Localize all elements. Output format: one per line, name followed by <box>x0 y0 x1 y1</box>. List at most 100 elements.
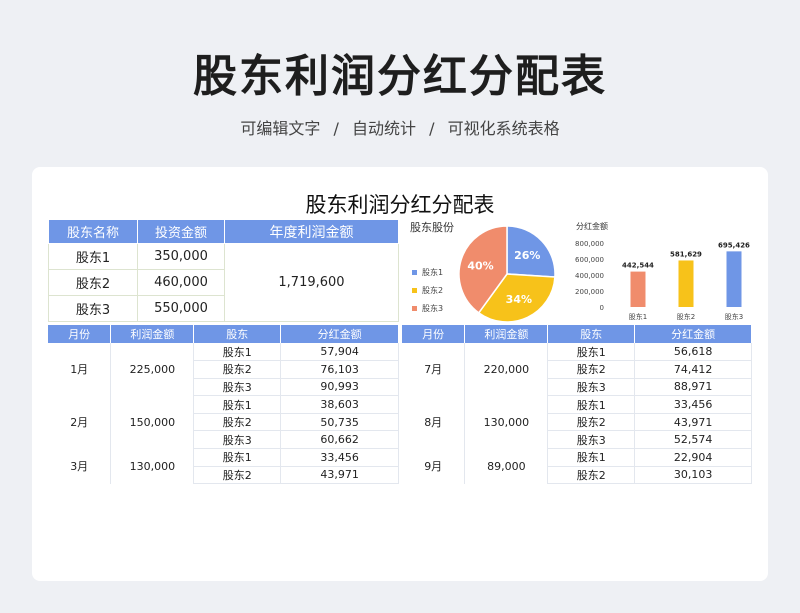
pie-slice-label: 26% <box>514 249 540 262</box>
table-row: 9月 89,000 股东1 22,904 <box>402 448 752 484</box>
legend-label: 股东1 <box>422 267 444 277</box>
profit-cell: 130,000 <box>110 448 195 484</box>
col-header-annual-profit: 年度利润金额 <box>224 219 399 244</box>
shareholder-cell: 股东2 <box>547 360 636 379</box>
feature-visual-table: 可视化系统表格 <box>447 119 560 138</box>
col-header-investment: 投资金额 <box>137 219 225 244</box>
profit-cell: 220,000 <box>464 343 549 396</box>
monthly-table-left: 月份 利润金额 股东 分红金额 1月 225,000 股东1 57,904 股东2 76,103 股… <box>48 325 399 485</box>
table-row: 1月 225,000 股东1 57,904 <box>48 343 399 396</box>
legend-label: 股东2 <box>422 285 444 295</box>
profit-cell: 225,000 <box>110 343 195 396</box>
dividend-cell: 60,662 <box>280 430 399 450</box>
investment-amount: 350,000 <box>137 243 225 270</box>
separator: / <box>333 119 339 138</box>
monthly-col-header: 月份 <box>402 325 466 343</box>
shareholder-cell: 股东3 <box>547 378 636 397</box>
x-tick-label: 股东1 <box>629 312 647 321</box>
shareholder-name: 股东3 <box>48 295 138 322</box>
investment-amount: 460,000 <box>137 269 225 296</box>
table-row: 8月 130,000 股东1 33,456 <box>402 395 752 449</box>
dividend-cell: 90,993 <box>280 378 399 397</box>
profit-cell: 150,000 <box>110 395 195 449</box>
separator: / <box>429 119 435 138</box>
pie-slice-label: 40% <box>467 259 493 272</box>
shareholder-cell: 股东1 <box>193 343 282 362</box>
dividend-cell: 38,603 <box>280 395 399 414</box>
pie-chart-title: 股东股份 <box>410 221 454 234</box>
legend-item: 股东1 <box>412 263 443 281</box>
shareholder-cell: 股东3 <box>547 430 636 450</box>
bar-value-label: 442,544 <box>622 262 654 270</box>
legend-swatch <box>412 287 417 293</box>
legend-label: 股东3 <box>422 303 444 313</box>
shareholder-cell: 股东1 <box>547 343 636 362</box>
profit-cell: 89,000 <box>464 448 549 484</box>
bar-chart: 800,000 600,000 400,000 200,000 0 442,544 股东1 5… <box>575 240 750 321</box>
dividend-cell: 43,971 <box>280 466 399 485</box>
monthly-col-header: 利润金额 <box>110 325 195 343</box>
page-title: 股东利润分红分配表 <box>193 51 607 102</box>
bar <box>630 271 646 307</box>
table-row: 7月 220,000 股东1 56,618 <box>402 343 752 396</box>
feature-editable-text: 可编辑文字 <box>240 119 321 138</box>
monthly-table-right: 月份 利润金额 股东 分红金额 7月 220,000 股东1 56,618 股东2 74,412 股… <box>402 325 752 485</box>
dividend-cell: 43,971 <box>634 413 752 432</box>
table-row: 3月 130,000 股东1 33,456 <box>48 448 399 484</box>
dividend-cell: 56,618 <box>634 343 752 362</box>
month-cell: 1月 <box>48 343 112 396</box>
legend-swatch <box>412 269 417 275</box>
month-cell: 3月 <box>48 448 112 484</box>
legend-item: 股东2 <box>412 281 443 299</box>
shareholder-cell: 股东1 <box>547 395 636 414</box>
dividend-cell: 88,971 <box>634 378 752 397</box>
pie-chart: 26% 34% 40% <box>458 225 556 323</box>
month-cell: 7月 <box>402 343 466 396</box>
shareholder-name: 股东1 <box>48 243 138 270</box>
feature-auto-stats: 自动统计 <box>351 119 416 138</box>
annual-profit-value: 1,719,600 <box>224 243 399 322</box>
shareholder-cell: 股东3 <box>193 378 282 397</box>
month-cell: 2月 <box>48 395 112 449</box>
bar-value-label: 581,629 <box>670 250 702 258</box>
monthly-col-header: 股东 <box>547 325 636 343</box>
dividend-cell: 57,904 <box>280 343 399 362</box>
pie-slice-label: 34% <box>506 293 532 306</box>
legend-item: 股东3 <box>412 299 443 317</box>
dividend-cell: 22,904 <box>634 448 752 467</box>
dividend-cell: 50,735 <box>280 413 399 432</box>
dividend-cell: 30,103 <box>634 466 752 485</box>
shareholder-table: 股东名称 投资金额 年度利润金额 股东1 350,000 1,719,600 股… <box>48 219 399 322</box>
col-header-name: 股东名称 <box>48 219 138 244</box>
dividend-cell: 74,412 <box>634 360 752 379</box>
y-tick-label: 800,000 <box>575 240 604 248</box>
dividend-cell: 76,103 <box>280 360 399 379</box>
bar-value-label: 695,426 <box>718 241 750 249</box>
pie-legend: 股东1 股东2 股东3 <box>412 263 443 317</box>
bar <box>678 260 694 307</box>
x-tick-label: 股东3 <box>725 312 743 321</box>
monthly-col-header: 月份 <box>48 325 112 343</box>
shareholder-cell: 股东1 <box>193 395 282 414</box>
shareholder-cell: 股东3 <box>193 430 282 450</box>
document-title: 股东利润分红分配表 <box>305 193 495 217</box>
shareholder-cell: 股东2 <box>193 413 282 432</box>
monthly-col-header: 分红金额 <box>634 325 752 343</box>
shareholder-cell: 股东2 <box>193 360 282 379</box>
dividend-cell: 52,574 <box>634 430 752 450</box>
shareholder-cell: 股东2 <box>547 413 636 432</box>
y-tick-label: 200,000 <box>575 288 604 296</box>
dividend-cell: 33,456 <box>280 448 399 467</box>
monthly-col-header: 股东 <box>193 325 282 343</box>
profit-cell: 130,000 <box>464 395 549 449</box>
bar-chart-title: 分红金额 <box>576 222 608 231</box>
monthly-col-header: 利润金额 <box>464 325 549 343</box>
y-tick-label: 600,000 <box>575 256 604 264</box>
y-tick-label: 400,000 <box>575 272 604 280</box>
investment-amount: 550,000 <box>137 295 225 322</box>
shareholder-name: 股东2 <box>48 269 138 296</box>
shareholder-cell: 股东1 <box>193 448 282 467</box>
table-row: 2月 150,000 股东1 38,603 <box>48 395 399 449</box>
shareholder-cell: 股东2 <box>547 466 636 485</box>
shareholder-cell: 股东1 <box>547 448 636 467</box>
